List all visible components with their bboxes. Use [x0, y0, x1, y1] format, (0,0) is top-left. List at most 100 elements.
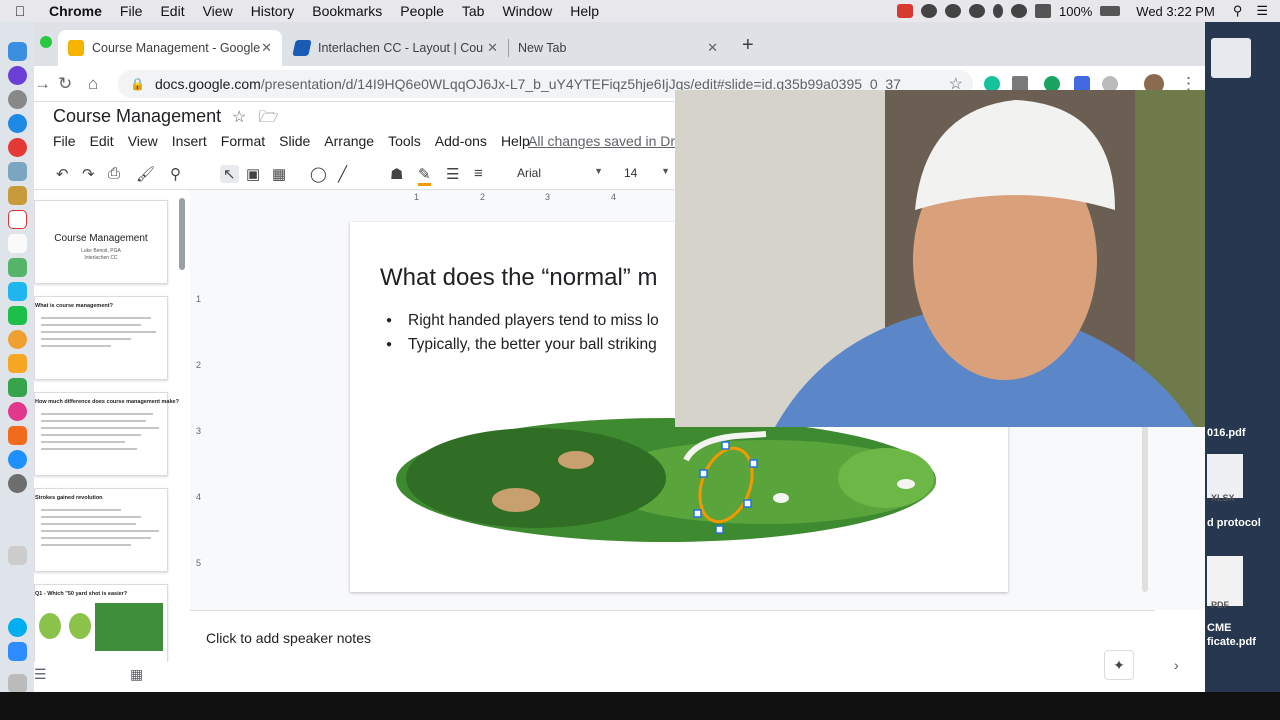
- menubar-window[interactable]: Window: [493, 3, 561, 19]
- tab-course-management[interactable]: Course Management - Google ✕: [58, 30, 282, 66]
- reload-icon[interactable]: ↻: [58, 74, 72, 94]
- zoom-icon[interactable]: [8, 642, 27, 661]
- slide-thumbnail-1[interactable]: Course Management Luke Benoit, PGA Inter…: [34, 200, 168, 284]
- pages-icon[interactable]: [8, 354, 27, 373]
- menu-file[interactable]: File: [53, 133, 76, 149]
- messages-icon[interactable]: [8, 282, 27, 301]
- font-size-select[interactable]: 14 ▼: [624, 166, 670, 180]
- printer-icon[interactable]: [1211, 38, 1251, 78]
- menubar-clock[interactable]: Wed 3:22 PM: [1136, 4, 1215, 19]
- numbers-icon[interactable]: [8, 378, 27, 397]
- paint-format-icon[interactable]: 🖌: [136, 165, 155, 183]
- dropbox-icon[interactable]: [897, 4, 914, 18]
- preview-icon[interactable]: [8, 162, 27, 181]
- menubar-people[interactable]: People: [391, 3, 453, 19]
- menu-addons[interactable]: Add-ons: [435, 133, 487, 149]
- menu-arrange[interactable]: Arrange: [324, 133, 374, 149]
- shape-icon[interactable]: ◯: [310, 165, 327, 183]
- menu-view[interactable]: View: [128, 133, 158, 149]
- font-family-select[interactable]: Arial ▼: [517, 166, 603, 180]
- books-icon[interactable]: [8, 426, 27, 445]
- slide-bullet-list[interactable]: Right handed players tend to miss lo Typ…: [386, 312, 659, 360]
- slide-title[interactable]: What does the “normal” m: [380, 264, 657, 292]
- text-box-icon[interactable]: ▣: [246, 165, 260, 183]
- bluetooth-icon[interactable]: [993, 4, 1004, 18]
- notes-icon[interactable]: [8, 186, 27, 205]
- slide-filmstrip[interactable]: Course Management Luke Benoit, PGA Inter…: [34, 190, 190, 662]
- menu-tools[interactable]: Tools: [388, 133, 421, 149]
- siri-icon[interactable]: [8, 66, 27, 85]
- facetime-icon[interactable]: [8, 306, 27, 325]
- menu-format[interactable]: Format: [221, 133, 265, 149]
- print-icon[interactable]: ⎙: [108, 165, 120, 182]
- app-store-icon[interactable]: [8, 450, 27, 469]
- zoom-icon[interactable]: ⚲: [170, 165, 181, 183]
- document-icon[interactable]: [8, 546, 27, 565]
- desktop-file-label[interactable]: CME: [1207, 622, 1231, 634]
- menubar-help[interactable]: Help: [561, 3, 608, 19]
- select-tool-icon[interactable]: ↖: [220, 165, 239, 183]
- wifi-icon[interactable]: [1011, 4, 1028, 18]
- menubar-edit[interactable]: Edit: [151, 3, 193, 19]
- new-tab-button[interactable]: +: [742, 34, 754, 57]
- globe-icon[interactable]: [921, 4, 938, 18]
- filmstrip-scrollbar[interactable]: [179, 198, 185, 270]
- move-folder-icon[interactable]: 🗁: [259, 109, 279, 126]
- tab-close-icon[interactable]: ✕: [707, 40, 718, 56]
- star-icon[interactable]: ☆: [232, 109, 246, 126]
- slide-thumbnail-3[interactable]: How much difference does course manageme…: [34, 392, 179, 476]
- menubar-bookmarks[interactable]: Bookmarks: [303, 3, 391, 19]
- speaker-notes[interactable]: Click to add speaker notes: [190, 610, 1155, 692]
- speaker-notes-placeholder[interactable]: Click to add speaker notes: [206, 630, 371, 646]
- itunes-icon[interactable]: [8, 402, 27, 421]
- maps-icon[interactable]: [8, 258, 27, 277]
- tab-close-icon[interactable]: ✕: [261, 40, 272, 56]
- photos-icon[interactable]: [8, 330, 27, 349]
- fill-color-icon[interactable]: ☗: [390, 165, 403, 183]
- safari-icon[interactable]: [8, 114, 27, 133]
- side-panel-chevron-icon[interactable]: ›: [1174, 657, 1179, 673]
- border-color-icon[interactable]: ✎: [418, 165, 431, 186]
- list-view-icon[interactable]: ☰: [34, 666, 47, 683]
- slide-thumbnail-5[interactable]: Q1 - Which "50 yard shot is easier?: [34, 584, 168, 662]
- do-not-disturb-icon[interactable]: [969, 4, 986, 18]
- apple-icon[interactable]: : [0, 3, 40, 19]
- presentation-title[interactable]: Course Management: [53, 106, 221, 127]
- window-zoom-icon[interactable]: [40, 36, 52, 48]
- menubar-tab[interactable]: Tab: [453, 3, 494, 19]
- menu-insert[interactable]: Insert: [172, 133, 207, 149]
- border-dash-icon[interactable]: ≡: [474, 165, 483, 182]
- slide-thumbnail-4[interactable]: Strokes gained revolution: [34, 488, 168, 572]
- battery-icon[interactable]: [1100, 6, 1121, 16]
- calendar-icon[interactable]: [8, 210, 27, 229]
- explore-button[interactable]: ✦: [1104, 650, 1134, 680]
- tab-new-tab[interactable]: New Tab ✕: [508, 30, 728, 66]
- menubar-view[interactable]: View: [194, 3, 242, 19]
- forward-icon[interactable]: →: [34, 74, 51, 94]
- desktop-file-label[interactable]: d protocol: [1207, 517, 1261, 529]
- bullet-item[interactable]: Typically, the better your ball striking: [386, 336, 659, 354]
- menubar-file[interactable]: File: [111, 3, 152, 19]
- launchpad-icon[interactable]: [8, 90, 27, 109]
- save-status-link[interactable]: All changes saved in Drive: [528, 133, 693, 149]
- menubar-history[interactable]: History: [242, 3, 304, 19]
- slide-thumbnail-2[interactable]: What is course management?: [34, 296, 168, 380]
- trash-icon[interactable]: [8, 674, 27, 693]
- menubar-app-name[interactable]: Chrome: [40, 3, 111, 19]
- spotlight-icon[interactable]: ⚲: [1233, 3, 1243, 19]
- pdf-file-icon[interactable]: [1207, 556, 1243, 606]
- undo-icon[interactable]: ↶: [56, 165, 69, 183]
- redo-icon[interactable]: ↷: [82, 165, 95, 183]
- menu-edit[interactable]: Edit: [90, 133, 114, 149]
- chrome-dock-icon[interactable]: [8, 138, 27, 157]
- bullet-item[interactable]: Right handed players tend to miss lo: [386, 312, 659, 330]
- image-icon[interactable]: ▦: [272, 165, 286, 183]
- desktop-file-label[interactable]: 016.pdf: [1207, 427, 1246, 439]
- menu-help[interactable]: Help: [501, 133, 530, 149]
- skype-icon[interactable]: [8, 618, 27, 637]
- line-icon[interactable]: ╱: [338, 165, 347, 183]
- finder-icon[interactable]: [8, 42, 27, 61]
- sync-icon[interactable]: [945, 4, 962, 18]
- border-weight-icon[interactable]: ☰: [446, 165, 459, 183]
- system-preferences-icon[interactable]: [8, 474, 27, 493]
